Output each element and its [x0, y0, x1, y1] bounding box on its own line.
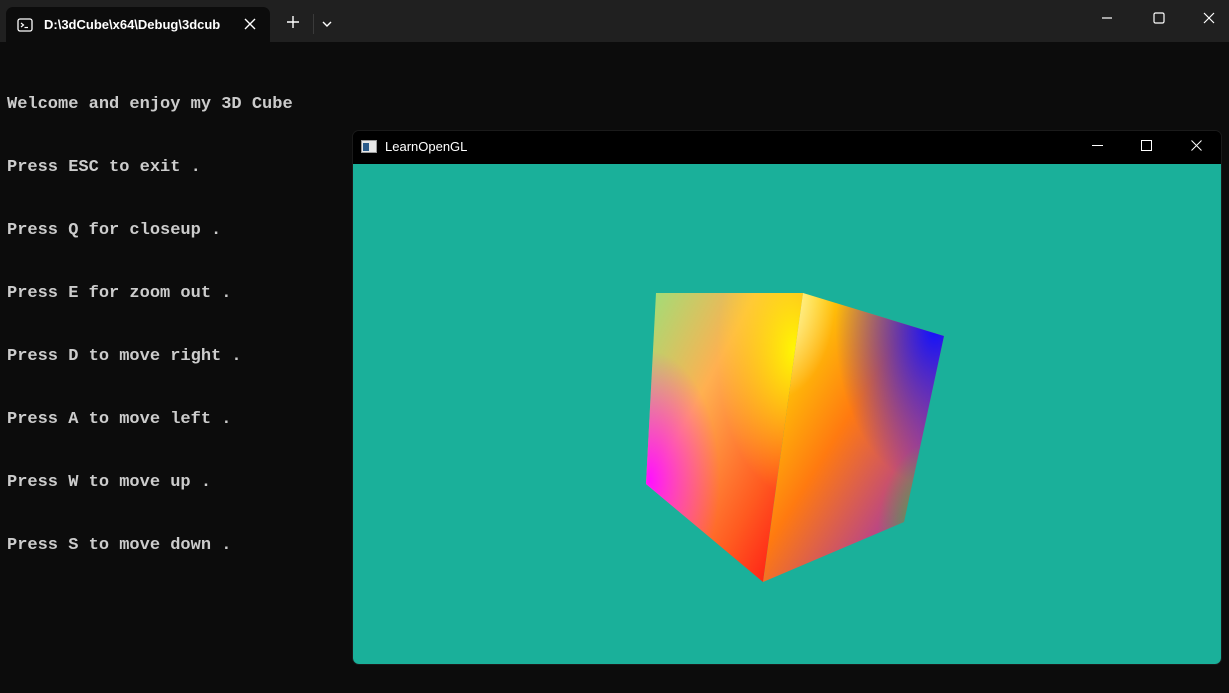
plus-icon	[286, 15, 300, 34]
learnopengl-window[interactable]: LearnOpenGL	[353, 131, 1221, 664]
chevron-down-icon	[321, 15, 333, 33]
terminal-line: Press W to move up .	[7, 473, 212, 492]
cube-render	[353, 164, 1221, 664]
terminal-close-button[interactable]	[1190, 4, 1228, 36]
terminal-line: Welcome and enjoy my 3D Cube	[7, 95, 293, 114]
tab-dropdown-button[interactable]	[315, 10, 339, 38]
terminal-maximize-button[interactable]	[1140, 4, 1178, 36]
gl-titlebar[interactable]: LearnOpenGL	[353, 131, 1221, 164]
tab-separator	[313, 14, 314, 34]
maximize-icon	[1153, 11, 1165, 29]
gl-viewport[interactable]	[353, 164, 1221, 664]
maximize-icon	[1140, 138, 1152, 156]
terminal-line: Press A to move left .	[7, 410, 232, 429]
terminal-tab[interactable]: D:\3dCube\x64\Debug\3dcub	[6, 7, 270, 42]
close-icon	[1203, 11, 1215, 29]
gl-close-button[interactable]	[1173, 131, 1219, 163]
terminal-line: Press E for zoom out .	[7, 284, 232, 303]
terminal-minimize-button[interactable]	[1088, 4, 1126, 36]
terminal-line: Press S to move down .	[7, 536, 232, 555]
gl-minimize-button[interactable]	[1074, 131, 1120, 163]
minimize-icon	[1101, 11, 1113, 29]
minimize-icon	[1091, 138, 1103, 156]
app-window-icon	[361, 140, 377, 153]
terminal-line: Press Q for closeup .	[7, 221, 222, 240]
close-icon[interactable]	[242, 16, 258, 32]
new-tab-button[interactable]	[279, 10, 307, 38]
terminal-titlebar: D:\3dCube\x64\Debug\3dcub	[0, 0, 1229, 42]
gl-window-title: LearnOpenGL	[385, 139, 468, 154]
close-icon	[1190, 138, 1202, 156]
tab-title: D:\3dCube\x64\Debug\3dcub	[44, 17, 221, 32]
terminal-line: Press D to move right .	[7, 347, 242, 366]
gl-maximize-button[interactable]	[1123, 131, 1169, 163]
terminal-icon	[16, 16, 34, 34]
terminal-output: Welcome and enjoy my 3D Cube Press ESC t…	[7, 52, 347, 577]
terminal-line: Press ESC to exit .	[7, 158, 201, 177]
